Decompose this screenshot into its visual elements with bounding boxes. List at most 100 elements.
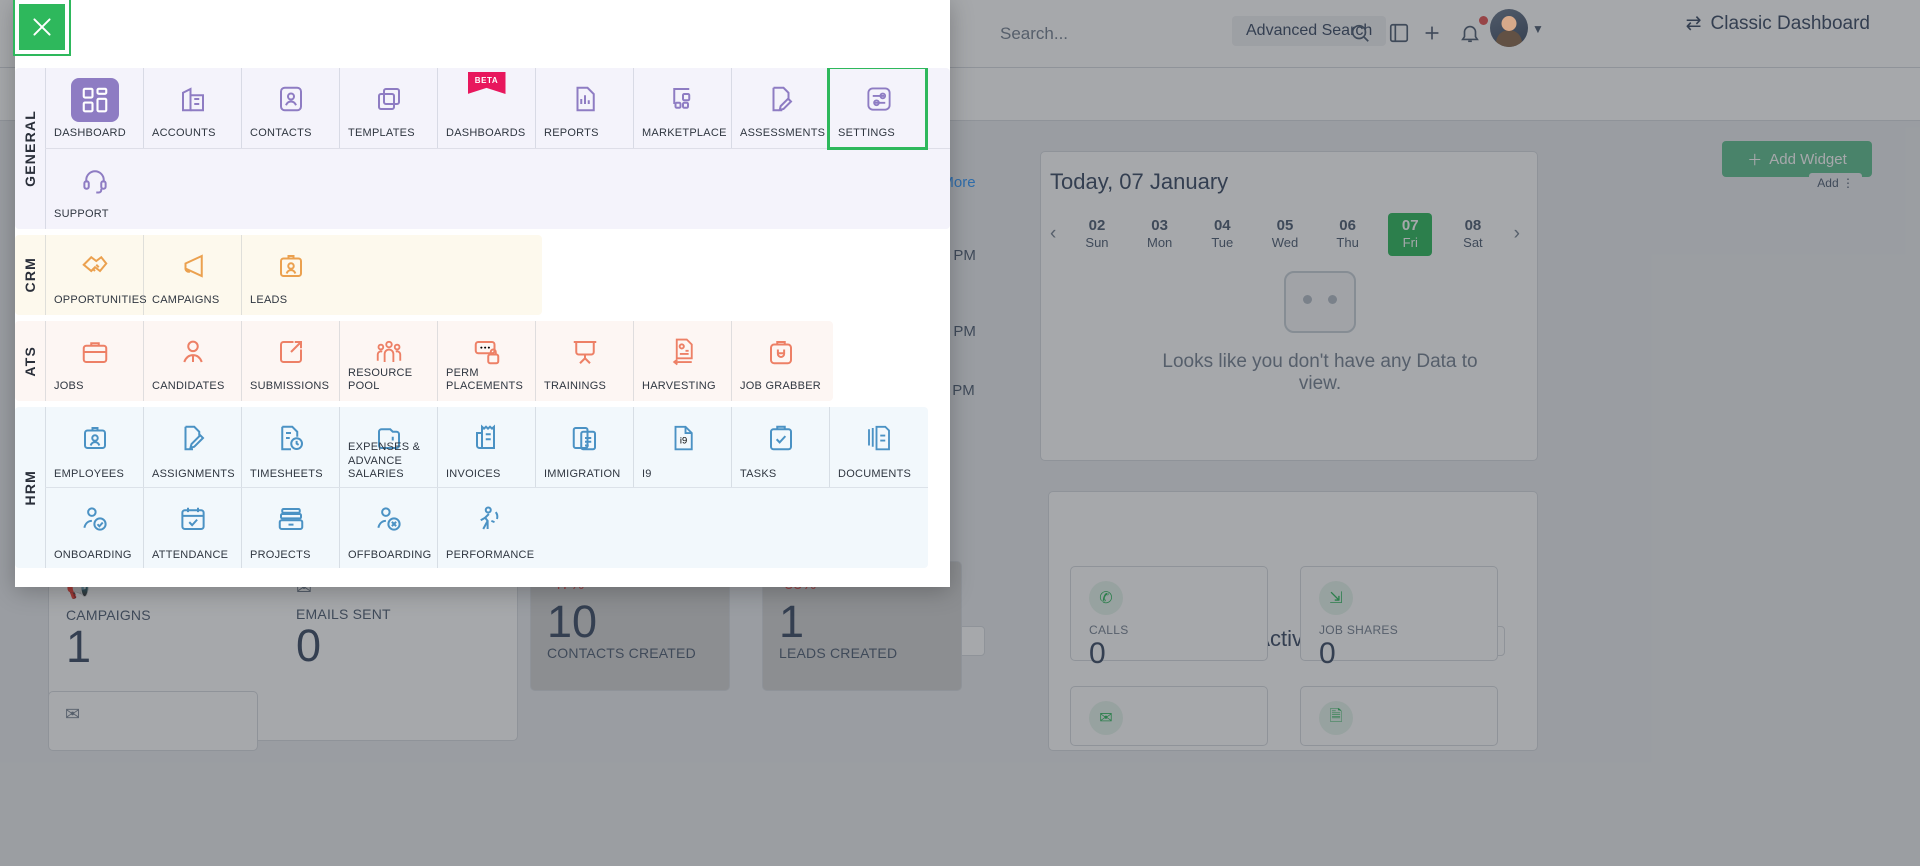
- menu-tile-label: ACCOUNTS: [152, 127, 237, 141]
- section-label-crm: CRM: [15, 235, 45, 315]
- menu-tile-invoices[interactable]: INVOICES: [437, 407, 535, 487]
- menu-tile-label: DASHBOARDS: [446, 127, 531, 141]
- menu-section-crm: CRM OPPORTUNITIES CAMPAIGNS: [15, 235, 542, 315]
- menu-tile-perm-placements[interactable]: PERM PLACEMENTS: [437, 321, 535, 401]
- menu-tile-expenses-advance-salaries[interactable]: EXPENSES & ADVANCE SALARIES: [339, 407, 437, 487]
- menu-tile-label: ONBOARDING: [54, 549, 139, 563]
- menu-tile-dashboard[interactable]: DASHBOARD: [45, 68, 143, 148]
- calendar-check-icon: [144, 498, 241, 540]
- menu-tile-timesheets[interactable]: TIMESHEETS: [241, 407, 339, 487]
- menu-tile-label: EXPENSES & ADVANCE SALARIES: [348, 441, 433, 482]
- menu-section-hrm: HRM EMPLOYEES: [15, 407, 928, 568]
- menu-tile-onboarding[interactable]: ONBOARDING: [45, 488, 143, 568]
- handshake-icon: [46, 245, 143, 287]
- menu-tile-label: CAMPAIGNS: [152, 294, 237, 308]
- menu-tile-label: DASHBOARD: [54, 127, 139, 141]
- menu-tile-job-grabber[interactable]: JOB GRABBER: [731, 321, 829, 401]
- menu-tile-label: RESOURCE POOL: [348, 367, 433, 395]
- menu-tile-label: HARVESTING: [642, 380, 727, 394]
- magnet-bag-icon: [732, 331, 829, 373]
- menu-tile-label: LEADS: [250, 294, 335, 308]
- beta-badge: BETA: [468, 72, 506, 94]
- menu-tile-tasks[interactable]: TASKS: [731, 407, 829, 487]
- menu-tile-label: SUBMISSIONS: [250, 380, 335, 394]
- menu-tile-resource-pool[interactable]: RESOURCE POOL: [339, 321, 437, 401]
- menu-tile-label: TRAININGS: [544, 380, 629, 394]
- menu-tile-label: SETTINGS: [838, 127, 923, 141]
- menu-tile-immigration[interactable]: IMMIGRATION: [535, 407, 633, 487]
- menu-tile-label: MARKETPLACE: [642, 127, 727, 141]
- menu-tile-label: TASKS: [740, 468, 825, 482]
- menu-tile-i9[interactable]: i9 I9: [633, 407, 731, 487]
- close-button[interactable]: [15, 0, 69, 54]
- menu-tile-label: CANDIDATES: [152, 380, 237, 394]
- marketplace-icon: [634, 78, 731, 120]
- menu-tile-support[interactable]: SUPPORT: [45, 149, 143, 229]
- briefcase-icon: [46, 331, 143, 373]
- menu-tile-label: INVOICES: [446, 468, 531, 482]
- section-title: HRM: [22, 470, 38, 505]
- menu-tile-label: IMMIGRATION: [544, 468, 629, 482]
- menu-tile-label: PROJECTS: [250, 549, 335, 563]
- menu-tile-label: SUPPORT: [54, 208, 139, 222]
- person-card-icon: [242, 78, 339, 120]
- dashboard-grid-icon: [71, 78, 119, 122]
- menu-tile-marketplace[interactable]: MARKETPLACE: [633, 68, 731, 148]
- menu-tile-accounts[interactable]: ACCOUNTS: [143, 68, 241, 148]
- menu-section-ats: ATS JOBS CANDIDATES: [15, 321, 833, 401]
- section-label-hrm: HRM: [15, 407, 45, 568]
- menu-tile-label: OPPORTUNITIES: [54, 294, 139, 308]
- menu-tile-label: JOBS: [54, 380, 139, 394]
- doc-clock-icon: [242, 417, 339, 459]
- menu-tile-harvesting[interactable]: HARVESTING: [633, 321, 731, 401]
- menu-tile-employees[interactable]: EMPLOYEES: [45, 407, 143, 487]
- menu-tile-attendance[interactable]: ATTENDANCE: [143, 488, 241, 568]
- menu-tile-opportunities[interactable]: OPPORTUNITIES: [45, 235, 143, 315]
- clipboard-check-icon: [732, 417, 829, 459]
- section-label-general: GENERAL: [15, 68, 45, 229]
- menu-tile-trainings[interactable]: TRAININGS: [535, 321, 633, 401]
- documents-icon: [830, 417, 927, 459]
- section-title: GENERAL: [22, 110, 38, 187]
- menu-tile-projects[interactable]: PROJECTS: [241, 488, 339, 568]
- menu-tile-submissions[interactable]: SUBMISSIONS: [241, 321, 339, 401]
- menu-tile-label: OFFBOARDING: [348, 549, 433, 563]
- user-icon: [144, 331, 241, 373]
- menu-tile-assessments[interactable]: ASSESSMENTS: [731, 68, 829, 148]
- menu-tile-label: JOB GRABBER: [740, 380, 825, 394]
- doc-pen-icon: [144, 417, 241, 459]
- layers-icon: [340, 78, 437, 120]
- menu-tile-label: I9: [642, 468, 727, 482]
- menu-tile-assignments[interactable]: ASSIGNMENTS: [143, 407, 241, 487]
- menu-tile-documents[interactable]: DOCUMENTS: [829, 407, 927, 487]
- menu-tile-label: ASSESSMENTS: [740, 127, 825, 141]
- menu-tile-offboarding[interactable]: OFFBOARDING: [339, 488, 437, 568]
- menu-tile-contacts[interactable]: CONTACTS: [241, 68, 339, 148]
- menu-section-general: GENERAL DASHBOARD: [15, 68, 950, 229]
- menu-tile-label: EMPLOYEES: [54, 468, 139, 482]
- archive-box-icon: [242, 498, 339, 540]
- sliders-icon: [830, 78, 927, 120]
- menu-tile-label: CONTACTS: [250, 127, 335, 141]
- menu-tile-settings[interactable]: SETTINGS: [829, 68, 927, 148]
- menu-tile-label: PERFORMANCE: [446, 549, 531, 563]
- menu-tile-label: ATTENDANCE: [152, 549, 237, 563]
- i9-doc-icon: i9: [634, 417, 731, 459]
- menu-tile-label: TEMPLATES: [348, 127, 433, 141]
- app-menu-modal: GENERAL DASHBOARD: [15, 0, 950, 587]
- menu-tile-dashboards[interactable]: BETA DASHBOARDS: [437, 68, 535, 148]
- badge-person-icon: [242, 245, 339, 287]
- menu-tile-leads[interactable]: LEADS: [241, 235, 339, 315]
- resume-arrow-icon: [634, 331, 731, 373]
- assessment-pen-icon: [732, 78, 829, 120]
- menu-tile-reports[interactable]: REPORTS: [535, 68, 633, 148]
- menu-tile-jobs[interactable]: JOBS: [45, 321, 143, 401]
- menu-tile-campaigns[interactable]: CAMPAIGNS: [143, 235, 241, 315]
- menu-tile-candidates[interactable]: CANDIDATES: [143, 321, 241, 401]
- passport-icon: [536, 417, 633, 459]
- user-x-icon: [340, 498, 437, 540]
- menu-tile-performance[interactable]: PERFORMANCE: [437, 488, 535, 568]
- menu-tile-label: TIMESHEETS: [250, 468, 335, 482]
- menu-tile-templates[interactable]: TEMPLATES: [339, 68, 437, 148]
- report-chart-icon: [536, 78, 633, 120]
